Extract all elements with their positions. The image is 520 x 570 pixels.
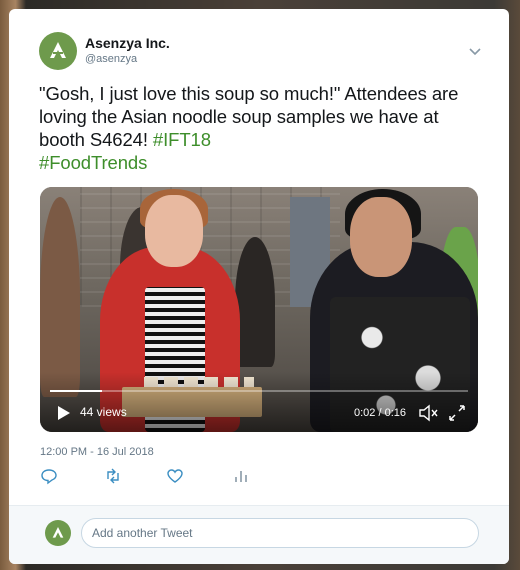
video-controls: 44 views 0:02 / 0:16: [40, 372, 478, 432]
video-person-face: [145, 195, 203, 267]
video-player[interactable]: 44 views 0:02 / 0:16: [40, 187, 478, 432]
tweet-text: "Gosh, I just love this soup so much!" A…: [39, 82, 489, 174]
account-handle[interactable]: @asenzya: [85, 53, 137, 65]
chevron-down-icon[interactable]: [467, 43, 483, 59]
video-views: 44 views: [80, 405, 127, 419]
reply-bar: [9, 506, 509, 564]
tweet-card: Asenzya Inc. @asenzya "Gosh, I just love…: [9, 9, 509, 564]
reply-avatar: [45, 520, 71, 546]
tweet-timestamp[interactable]: 12:00 PM - 16 Jul 2018: [40, 446, 154, 458]
avatar[interactable]: [39, 32, 77, 70]
analytics-icon[interactable]: [232, 467, 250, 485]
mute-icon[interactable]: [418, 404, 438, 422]
video-progress-fill: [50, 390, 103, 392]
hashtag-foodtrends[interactable]: #FoodTrends: [39, 152, 147, 173]
video-person-left: [40, 197, 80, 397]
video-time: 0:02 / 0:16: [354, 407, 406, 419]
tweet-body: "Gosh, I just love this soup so much!" A…: [39, 83, 459, 150]
video-progress-bar[interactable]: [50, 390, 468, 392]
tweet-actions: [40, 467, 270, 489]
retweet-icon[interactable]: [104, 467, 122, 485]
video-person-face: [350, 197, 412, 277]
asenzya-logo-icon: [52, 527, 64, 538]
hashtag-ift18[interactable]: #IFT18: [153, 129, 211, 150]
like-icon[interactable]: [166, 467, 184, 485]
video-person-bg: [235, 237, 275, 367]
reply-input[interactable]: [81, 518, 479, 548]
asenzya-logo-icon: [50, 42, 66, 58]
tweet-header: Asenzya Inc. @asenzya: [9, 9, 509, 79]
account-name[interactable]: Asenzya Inc.: [85, 35, 170, 51]
fullscreen-icon[interactable]: [448, 404, 466, 422]
play-icon[interactable]: [54, 404, 72, 422]
reply-icon[interactable]: [40, 467, 58, 485]
